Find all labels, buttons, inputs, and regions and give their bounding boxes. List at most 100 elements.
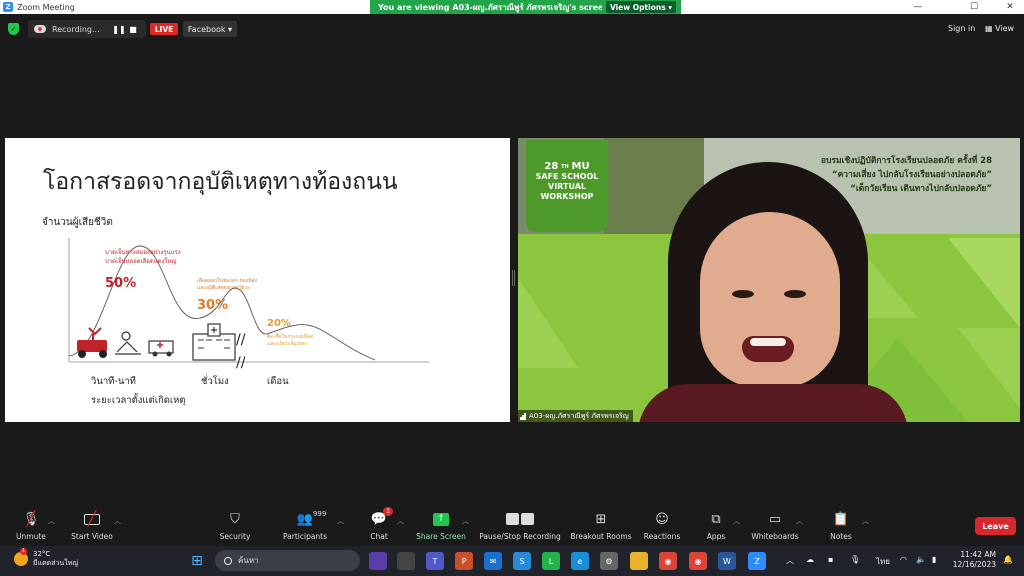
participants-button[interactable]: 👥 999 Participants [265, 510, 345, 541]
battery-icon[interactable]: ▮ [932, 555, 936, 564]
stream-target-dropdown[interactable]: Facebook ▾ [183, 21, 237, 37]
security-button[interactable]: ⛉ Security [195, 510, 275, 542]
input-language-indicator[interactable]: ไทย [876, 555, 890, 568]
chat-label: Chat [370, 532, 388, 541]
windows-start-icon[interactable]: ⊞ [188, 552, 206, 570]
skype-app-icon[interactable]: S [513, 552, 531, 570]
clock-date: 12/16/2023 [952, 560, 996, 569]
more-options-caret[interactable]: ︿ [862, 516, 869, 526]
signal-strength-icon [520, 412, 526, 420]
search-icon [224, 556, 232, 565]
badge-line-28: 28 [544, 161, 559, 172]
smiley-icon: ☺ [655, 511, 669, 527]
sign-in-link[interactable]: Sign in [948, 24, 975, 33]
mortality-curve-graphic: // // [68, 238, 429, 371]
chevron-down-icon: ▾ [665, 2, 673, 12]
recording-indicator: Recording... ❚❚ ■ [28, 20, 146, 38]
chrome-profile-icon[interactable]: ◉ [689, 552, 707, 570]
taskbar-search-box[interactable]: ค้นหา [215, 550, 360, 571]
show-hidden-icons-chevron[interactable]: ︿ [786, 555, 794, 566]
workshop-title: อบรมเชิงปฏิบัติการโรงเรียนปลอดภัย ครั้งท… [821, 154, 992, 196]
reactions-label: Reactions [643, 532, 681, 541]
encryption-shield-icon[interactable]: ✓ [8, 23, 19, 35]
pause-recording-button[interactable]: ❚❚ [112, 25, 126, 34]
chat-unread-badge: 1 [383, 507, 394, 516]
workshop-title-line-3: “เด็กวัยเรียน เดินทางไปกลับปลอดภัย” [850, 184, 992, 194]
cloud-sync-icon[interactable]: ☁ [806, 555, 814, 564]
whiteboards-label: Whiteboards [751, 532, 799, 541]
participants-icon: 👥 999 [296, 510, 327, 527]
safe-school-workshop-badge: 28 TH MU SAFE SCHOOL VIRTUAL WORKSHOP [526, 140, 608, 232]
peak-1-note: บาดเจ็บทางสมองอย่างรุนแรง บาดเจ็บหลอดเลื… [105, 249, 181, 265]
share-options-caret[interactable]: ︿ [462, 516, 469, 526]
notification-bell-icon[interactable]: 🔔 [1003, 555, 1013, 564]
windows-taskbar: 1 32°C มีแดดส่วนใหญ่ ⊞ ค้นหา T P ✉ S L e… [0, 546, 1024, 576]
axis-break-mark-1: // [236, 332, 246, 348]
meeting-controls-toolbar: 🎙 ╱ Unmute ︿ ╱ Start Video ︿ ⛉ Security 👥… [0, 506, 1024, 546]
zoom-app: Z Zoom Meeting — ☐ ✕ You are viewing A03… [0, 0, 1024, 576]
tray-app-icon[interactable]: ▪ [828, 555, 833, 564]
pause-stop-recording-label: Pause/Stop Recording [479, 532, 561, 541]
notes-label: Notes [830, 532, 852, 541]
speaker-body [638, 384, 908, 422]
split-view-resize-handle[interactable] [512, 270, 515, 286]
start-video-label: Start Video [71, 532, 113, 541]
window-title: Zoom Meeting [17, 2, 75, 12]
file-explorer-icon[interactable] [630, 552, 648, 570]
notes-icon: 📋 [832, 511, 850, 527]
zoom-taskbar-icon[interactable]: Z [748, 552, 766, 570]
edge-browser-icon[interactable]: e [571, 552, 589, 570]
view-menu-button[interactable]: ▦ View [985, 24, 1014, 33]
speaker-left-eye [732, 290, 754, 298]
teams-app-icon[interactable]: T [426, 552, 444, 570]
powerpoint-app-icon[interactable]: P [455, 552, 473, 570]
search-placeholder: ค้นหา [238, 556, 259, 565]
apps-label: Apps [706, 532, 726, 541]
participant-video-tile[interactable]: 28 TH MU SAFE SCHOOL VIRTUAL WORKSHOP อบ… [518, 138, 1020, 422]
peak-3-percent: 20% [267, 318, 291, 329]
close-window-button[interactable]: ✕ [996, 0, 1024, 14]
pause-stop-recording-button[interactable]: Pause/Stop Recording [479, 510, 561, 541]
cloud-recording-icon [34, 25, 46, 33]
participants-label: Participants [282, 532, 328, 541]
maximize-button[interactable]: ☐ [960, 0, 988, 14]
share-screen-button[interactable]: ↑ Share Screen [401, 510, 481, 541]
peak-2-note: เลือดออกในช่องอก ช่องท้อง และอุบัติเหตุห… [197, 278, 257, 291]
word-app-icon[interactable]: W [718, 552, 736, 570]
stop-recording-button[interactable]: ■ [126, 25, 140, 34]
peak-1-percent: 50% [105, 276, 137, 291]
microphone-tray-icon[interactable]: 🎙 [850, 555, 860, 564]
live-badge: LIVE [150, 23, 178, 35]
weather-temperature: 32°C [33, 550, 51, 558]
view-menu-label: View [995, 24, 1015, 33]
taskbar-clock[interactable]: 11:42 AM 12/16/2023 [948, 550, 996, 570]
leave-meeting-button[interactable]: Leave [975, 517, 1016, 535]
viewing-screen-banner: You are viewing A03-ผญ.ภัศราณีพูร์ ภัศรพ… [370, 0, 681, 14]
badge-line-workshop: WORKSHOP [540, 192, 594, 201]
participant-name: A03-ผญ.ภัศราณีพูร์ ภัศรพรเจริญ [529, 411, 629, 420]
view-options-button[interactable]: View Options ▾ [606, 1, 676, 13]
weather-widget[interactable]: 1 32°C มีแดดส่วนใหญ่ [14, 548, 78, 568]
notes-button[interactable]: 📋 Notes [801, 510, 881, 542]
mail-app-icon[interactable]: ✉ [484, 552, 502, 570]
video-options-caret[interactable]: ︿ [114, 516, 121, 526]
task-view-icon[interactable] [397, 552, 415, 570]
copilot-app-icon[interactable] [369, 552, 387, 570]
time-label-seconds-minutes: วินาที-นาที [91, 376, 136, 387]
hospital-icon [192, 323, 236, 361]
volume-icon[interactable]: 🔈 [916, 555, 926, 564]
apps-icon: ⧉ [711, 511, 721, 527]
speaker-teeth [750, 338, 786, 346]
recording-label: Recording... [52, 24, 100, 34]
settings-app-icon[interactable]: ⚙ [600, 552, 618, 570]
time-label-months: เดือน [267, 376, 289, 387]
line-app-icon[interactable]: L [542, 552, 560, 570]
share-screen-label: Share Screen [416, 532, 466, 541]
badge-line-virtual: VIRTUAL [548, 182, 586, 191]
chrome-browser-icon[interactable]: ◉ [659, 552, 677, 570]
grid-view-icon: ▦ [985, 24, 996, 33]
minimize-button[interactable]: — [904, 0, 932, 14]
viewing-banner-text: You are viewing A03-ผญ.ภัศราณีพูร์ ภัศรพ… [378, 2, 602, 12]
whiteboard-icon: ▭ [768, 511, 782, 527]
wifi-icon[interactable]: ◠ [900, 555, 907, 564]
